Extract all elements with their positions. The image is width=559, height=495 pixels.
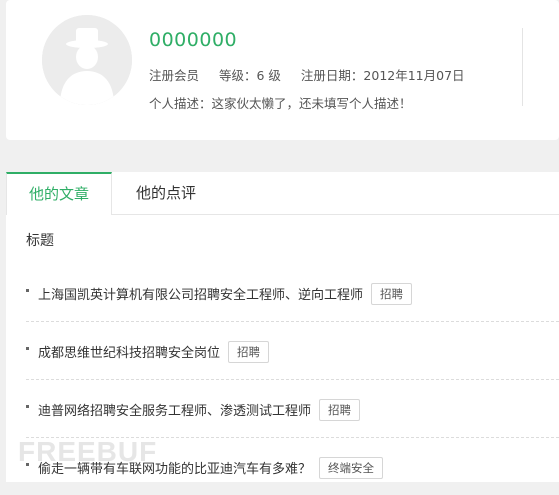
member-type: 注册会员 <box>149 68 200 83</box>
vertical-divider <box>522 28 523 106</box>
bullet-icon <box>26 347 29 350</box>
list-item: 上海国凯英计算机有限公司招聘安全工程师、逆向工程师 招聘 <box>26 264 559 322</box>
list-item: 迪普网络招聘安全服务工程师、渗透测试工程师 招聘 <box>26 380 559 438</box>
tab-reviews[interactable]: 他的点评 <box>110 172 222 214</box>
list-header-title: 标题 <box>26 233 54 249</box>
article-list: 上海国凯英计算机有限公司招聘安全工程师、逆向工程师 招聘 成都思维世纪科技招聘安全… <box>26 264 559 495</box>
profile-description: 个人描述：这家伙太懒了，还未填写个人描述！ <box>149 96 412 111</box>
article-title-link[interactable]: 偷走一辆带有车联网功能的比亚迪汽车有多难？ <box>38 462 311 477</box>
list-item: 成都思维世纪科技招聘安全岗位 招聘 <box>26 322 559 380</box>
username: 0000000 <box>149 29 238 51</box>
article-title-link[interactable]: 上海国凯英计算机有限公司招聘安全工程师、逆向工程师 <box>38 288 363 303</box>
category-tag[interactable]: 招聘 <box>228 341 270 363</box>
category-tag[interactable]: 招聘 <box>371 283 413 305</box>
avatar[interactable] <box>42 15 132 105</box>
category-tag[interactable]: 招聘 <box>319 399 361 421</box>
bullet-icon <box>26 463 29 466</box>
article-title-link[interactable]: 迪普网络招聘安全服务工程师、渗透测试工程师 <box>38 404 311 419</box>
list-item: 偷走一辆带有车联网功能的比亚迪汽车有多难？ 终端安全 <box>26 438 559 495</box>
default-avatar-icon <box>42 15 132 105</box>
category-tag[interactable]: 终端安全 <box>319 457 384 479</box>
content-card: 他的文章 他的点评 标题 上海国凯英计算机有限公司招聘安全工程师、逆向工程师 招聘… <box>6 172 559 482</box>
bullet-icon <box>26 289 29 292</box>
article-title-link[interactable]: 成都思维世纪科技招聘安全岗位 <box>38 346 220 361</box>
profile-meta: 注册会员 等级：6 级 注册日期：2012年11月07日 <box>149 65 481 84</box>
register-date: 注册日期：2012年11月07日 <box>300 68 465 83</box>
bullet-icon <box>26 405 29 408</box>
tab-articles[interactable]: 他的文章 <box>6 172 112 215</box>
profile-card: 0000000 注册会员 等级：6 级 注册日期：2012年11月07日 个人描… <box>6 0 559 140</box>
tab-bar: 他的文章 他的点评 <box>6 172 559 215</box>
user-level: 等级：6 级 <box>219 68 281 83</box>
